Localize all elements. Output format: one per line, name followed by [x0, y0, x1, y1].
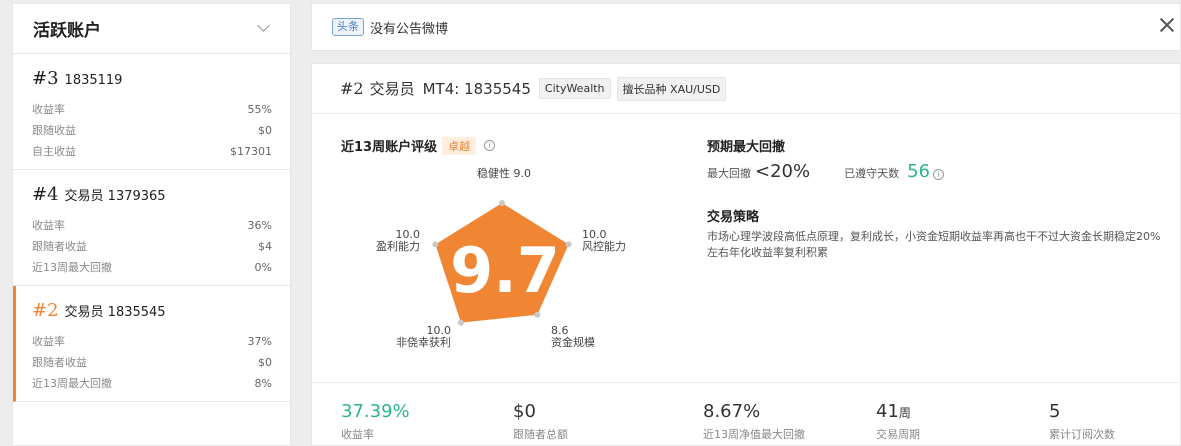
- stat-row: 跟随者收益 $4: [32, 236, 272, 257]
- sidebar-title: 活跃账户: [33, 21, 101, 41]
- trader-detail-panel: #2 交易员 MT4: 1835545 CityWealth 擅长品种 XAU/…: [311, 63, 1181, 446]
- rating-score: 9.7: [450, 234, 560, 307]
- stat-row: 收益率 55%: [32, 99, 272, 120]
- active-accounts-sidebar: 活跃账户 #3 1835119 收益率 55% 跟随收益 $0 自主收益 $17301…: [12, 3, 291, 446]
- stat-value: $0: [513, 401, 536, 422]
- strategy-title: 交易策略: [707, 210, 760, 225]
- stat-return: 37.39% 收益率: [341, 401, 410, 442]
- radar-vertex-dot: [432, 241, 439, 248]
- radar-vertex-dot: [534, 311, 541, 318]
- stat-max-drawdown: 8.67% 近13周净值最大回撤: [703, 401, 805, 442]
- stat-value: $4: [258, 240, 272, 253]
- account-rank: #2: [32, 300, 59, 321]
- stat-label: 累计订阅次数: [1049, 428, 1115, 441]
- stat-value: 37%: [247, 335, 272, 348]
- radar-axis-label: 稳健性 9.0: [477, 166, 531, 180]
- days-kept-label: 已遵守天数: [844, 167, 900, 180]
- stat-value: $17301: [230, 145, 272, 158]
- close-icon[interactable]: [1158, 16, 1176, 34]
- radar-axis-label: 非侥幸获利: [396, 335, 451, 349]
- summary-stats: 37.39% 收益率 $0 跟随者总额 8.67% 近13周净值最大回撤 41周…: [312, 382, 1181, 446]
- stat-label: 交易周期: [876, 428, 920, 441]
- account-rank: #3: [32, 68, 59, 89]
- stat-trading-period: 41周 交易周期: [876, 401, 920, 442]
- headline-tag: 头条: [332, 18, 364, 36]
- stat-row: 跟随者收益 $0: [32, 352, 272, 373]
- account-rank: #4: [32, 184, 59, 205]
- stat-label: 收益率: [32, 219, 65, 232]
- stat-follower-total: $0 跟随者总额: [513, 401, 568, 442]
- stat-row: 近13周最大回撤 8%: [32, 373, 272, 394]
- chevron-down-icon[interactable]: [257, 19, 270, 32]
- stat-label: 跟随者收益: [32, 240, 87, 253]
- radar-axis-label: 盈利能力: [376, 239, 420, 253]
- account-card-selected[interactable]: #2 交易员 1835545 收益率 37% 跟随者收益 $0 近13周最大回撤 8%: [13, 286, 290, 402]
- rating-radar-chart: 9.7稳健性 9.010.0风控能力8.6资金规模10.0非侥幸获利10.0盈利…: [376, 166, 626, 349]
- drawdown-title: 预期最大回撤: [707, 140, 786, 155]
- stat-row: 跟随收益 $0: [32, 120, 272, 141]
- stat-value: 41: [876, 401, 899, 422]
- strategy-text: 市场心理学波段高低点原理，复利成长，小资金短期收益率再高也干不过大资金长期稳定2…: [707, 230, 1161, 259]
- stat-label: 收益率: [32, 335, 65, 348]
- drawdown-value: <20%: [755, 161, 811, 182]
- stat-value: 36%: [247, 219, 272, 232]
- stat-label: 收益率: [341, 428, 374, 441]
- stat-label: 跟随收益: [32, 124, 76, 137]
- stat-value: 0%: [254, 261, 272, 274]
- stat-value: 5: [1049, 401, 1061, 422]
- stat-label: 跟随者收益: [32, 356, 87, 369]
- stat-value: 55%: [247, 103, 272, 116]
- stat-value: 37.39%: [341, 401, 410, 422]
- stat-value: 8%: [254, 377, 272, 390]
- account-card[interactable]: #4 交易员 1379365 收益率 36% 跟随者收益 $4 近13周最大回撤 0%: [13, 170, 290, 286]
- stat-value: $0: [258, 356, 272, 369]
- stat-subscriptions: 5 累计订阅次数: [1049, 401, 1115, 442]
- account-name: 交易员 1835545: [64, 305, 166, 320]
- stat-row: 自主收益 $17301: [32, 141, 272, 162]
- stat-label: 近13周最大回撤: [32, 377, 112, 390]
- announcement-text: 没有公告微博: [370, 21, 449, 37]
- stat-value: $0: [258, 124, 272, 137]
- risk-and-strategy: 预期最大回撤 最大回撤 <20% 已遵守天数 56 i 交易策略 市场心理学波段…: [707, 136, 1177, 261]
- days-kept-value: 56: [907, 161, 930, 182]
- account-name: 交易员 1379365: [64, 189, 166, 204]
- stat-label: 近13周最大回撤: [32, 261, 112, 274]
- stat-value: 8.67%: [703, 401, 761, 422]
- stat-row: 近13周最大回撤 0%: [32, 257, 272, 278]
- stat-row: 收益率 37%: [32, 331, 272, 352]
- stat-label: 收益率: [32, 103, 65, 116]
- drawdown-row: 最大回撤 <20% 已遵守天数 56 i: [707, 161, 1177, 182]
- stat-unit: 周: [898, 406, 911, 420]
- stat-row: 收益率 36%: [32, 215, 272, 236]
- announcement-bar: 头条 没有公告微博: [311, 3, 1181, 51]
- info-icon[interactable]: i: [933, 169, 944, 180]
- radar-vertex-dot: [457, 319, 464, 326]
- radar-vertex-dot: [565, 241, 572, 248]
- drawdown-label: 最大回撤: [707, 167, 751, 180]
- stat-label: 跟随者总额: [513, 428, 568, 441]
- account-card[interactable]: #3 1835119 收益率 55% 跟随收益 $0 自主收益 $17301: [13, 54, 290, 170]
- sidebar-header[interactable]: 活跃账户: [13, 4, 290, 54]
- stat-label: 自主收益: [32, 145, 76, 158]
- account-name: 1835119: [64, 73, 123, 88]
- radar-axis-label: 资金规模: [551, 335, 595, 349]
- radar-axis-label: 风控能力: [582, 239, 626, 253]
- radar-vertex-dot: [499, 200, 505, 206]
- stat-label: 近13周净值最大回撤: [703, 428, 805, 441]
